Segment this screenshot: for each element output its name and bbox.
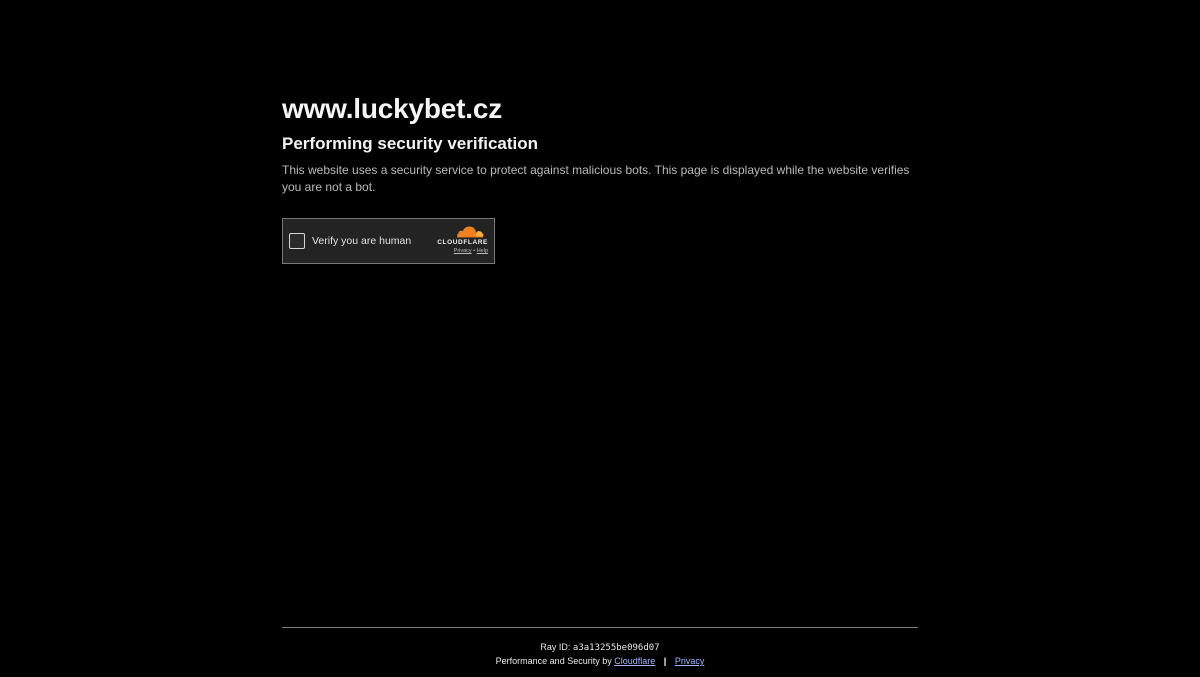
cloudflare-link[interactable]: Cloudflare xyxy=(614,656,655,666)
cloudflare-cloud-icon xyxy=(457,226,484,238)
footer-privacy-link[interactable]: Privacy xyxy=(675,656,705,666)
footer-separator: | xyxy=(663,656,667,666)
verification-widget: Verify you are human CLOUDFLARE Privacy … xyxy=(282,218,495,264)
widget-links: Privacy • Help xyxy=(454,248,488,254)
widget-privacy-link[interactable]: Privacy xyxy=(454,248,472,254)
page: www.luckybet.cz Performing security veri… xyxy=(0,0,1200,677)
verify-checkbox[interactable] xyxy=(289,233,305,249)
verify-label[interactable]: Verify you are human xyxy=(312,234,411,248)
ray-id-line: Ray ID: a3a13255be096d07 xyxy=(282,641,918,654)
page-description: This website uses a security service to … xyxy=(282,163,910,194)
ray-id-label: Ray ID: xyxy=(540,642,571,652)
performance-line: Performance and Security by Cloudflare |… xyxy=(282,655,918,667)
widget-link-separator: • xyxy=(473,248,476,254)
page-heading: Performing security verification xyxy=(282,134,539,153)
main-content: www.luckybet.cz Performing security veri… xyxy=(282,92,918,264)
performance-text: Performance and Security by xyxy=(495,656,612,666)
cloudflare-wordmark: CLOUDFLARE xyxy=(437,239,488,246)
footer: Ray ID: a3a13255be096d07 Performance and… xyxy=(282,627,918,667)
ray-id-value: a3a13255be096d07 xyxy=(572,643,660,653)
cloudflare-brand: CLOUDFLARE Privacy • Help xyxy=(432,225,488,257)
site-title: www.luckybet.cz xyxy=(282,93,503,124)
widget-help-link[interactable]: Help xyxy=(477,248,488,254)
